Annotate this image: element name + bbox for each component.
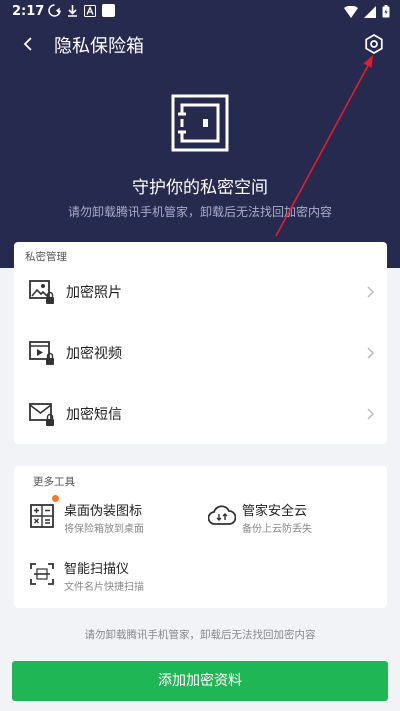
encrypted-messages-label: 加密短信 — [66, 407, 122, 423]
chevron-right-icon — [367, 286, 375, 298]
smart-scanner-subtitle: 文件名片快捷扫描 — [64, 582, 144, 593]
status-bar: 2:17 — [0, 0, 400, 24]
app-bar: 隐私保险箱 — [0, 24, 400, 64]
status-time: 2:17 — [12, 4, 45, 19]
disguise-icon-title: 桌面伪装图标 — [64, 504, 143, 519]
encrypted-photos-label: 加密照片 — [66, 285, 122, 301]
font-icon — [84, 4, 96, 17]
hero-subtitle: 请勿卸载腾讯手机管家，卸载后无法找回加密内容 — [67, 205, 332, 219]
cloud-sync-icon — [208, 505, 236, 525]
hero-title: 守护你的私密空间 — [132, 178, 268, 198]
uninstall-warning: 请勿卸载腾讯手机管家，卸载后无法找回加密内容 — [84, 629, 316, 641]
notification-icon — [48, 4, 61, 17]
encrypted-photos-row[interactable]: 加密照片 — [14, 262, 387, 322]
more-tools-card: 更多工具 桌面伪装图标 将保险箱放到桌面 管家安全云 备份上云防丢失 智能扫描仪… — [14, 466, 387, 608]
calculator-icon — [30, 504, 54, 528]
photo-lock-icon — [29, 280, 54, 304]
encrypted-messages-row[interactable]: 加密短信 — [14, 384, 387, 444]
battery-icon — [382, 5, 390, 18]
security-cloud-title: 管家安全云 — [242, 504, 308, 519]
security-cloud-tool[interactable]: 管家安全云 备份上云防丢失 — [208, 500, 378, 546]
encrypted-videos-row[interactable]: 加密视频 — [14, 323, 387, 383]
disguise-icon-tool[interactable]: 桌面伪装图标 将保险箱放到桌面 — [30, 495, 200, 546]
smart-scanner-tool[interactable]: 智能扫描仪 文件名片快捷扫描 — [30, 558, 200, 604]
page-title: 隐私保险箱 — [54, 36, 144, 57]
add-encrypted-data-button[interactable]: 添加加密资料 — [12, 661, 388, 701]
chevron-right-icon — [367, 347, 375, 359]
scanner-icon — [30, 563, 54, 585]
bottom-bar: 添加加密资料 — [0, 648, 400, 711]
private-management-card: 私密管理 加密照片 加密视频 加密短信 — [14, 242, 387, 444]
back-arrow-icon[interactable] — [18, 34, 38, 54]
more-tools-heading: 更多工具 — [33, 476, 75, 488]
security-cloud-subtitle: 备份上云防丢失 — [242, 524, 312, 535]
download-icon — [68, 5, 77, 17]
encrypted-videos-label: 加密视频 — [66, 346, 122, 362]
safe-box-icon — [171, 94, 229, 152]
chevron-right-icon — [367, 408, 375, 420]
signal-icon — [364, 5, 376, 18]
app-notification-icon — [102, 4, 115, 17]
settings-gear-icon[interactable] — [363, 33, 385, 55]
video-lock-icon — [29, 341, 54, 365]
new-badge-dot — [52, 495, 59, 502]
header-banner: 2:17 隐私保险箱 守护你的私密空间 请勿卸载腾讯手机管家，卸载后无法找回加密… — [0, 0, 400, 268]
wifi-icon — [344, 5, 358, 18]
smart-scanner-title: 智能扫描仪 — [64, 562, 130, 577]
message-lock-icon — [29, 403, 54, 426]
disguise-icon-subtitle: 将保险箱放到桌面 — [64, 524, 144, 535]
